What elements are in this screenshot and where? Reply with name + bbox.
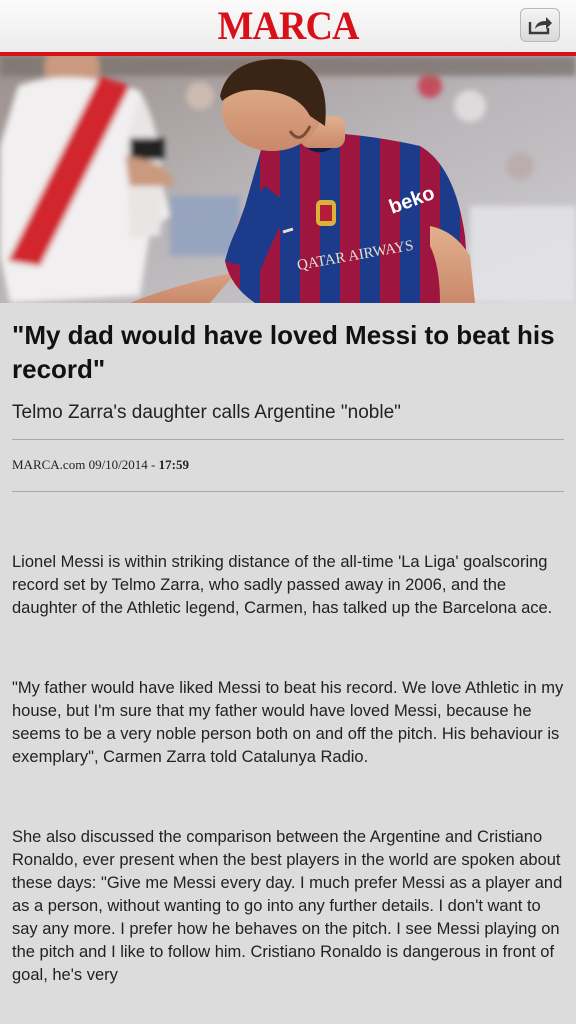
share-button[interactable] [520, 8, 560, 42]
hero-image: beko QATAR AIRWAYS [0, 56, 576, 303]
paragraph: Lionel Messi is within striking distance… [12, 553, 553, 617]
share-icon [528, 17, 552, 35]
top-app-bar: MARCA [0, 0, 576, 56]
article-headline: "My dad would have loved Messi to beat h… [12, 320, 555, 384]
byline-source: MARCA.com [12, 457, 86, 472]
paragraph: "My father would have liked Messi to bea… [12, 679, 564, 766]
divider [12, 491, 564, 492]
article-byline: MARCA.com 09/10/2014 - 17:59 [12, 440, 564, 491]
byline-time: 17:59 [158, 457, 189, 472]
paragraph: She also discussed the comparison betwee… [12, 828, 563, 984]
article: "My dad would have loved Messi to beat h… [12, 318, 564, 987]
article-body: Lionel Messi is within striking distance… [12, 551, 564, 987]
byline-date: 09/10/2014 - [88, 457, 159, 472]
article-subheadline: Telmo Zarra's daughter calls Argentine "… [12, 402, 401, 423]
marca-logo[interactable]: MARCA [14, 4, 561, 48]
hero-photo[interactable]: beko QATAR AIRWAYS [0, 56, 576, 303]
